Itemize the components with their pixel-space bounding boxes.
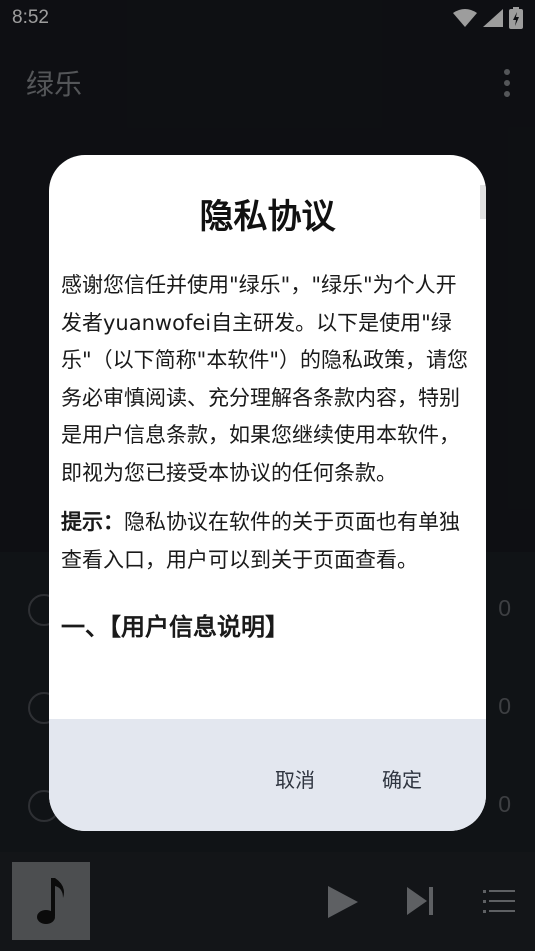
confirm-button[interactable]: 确定 <box>382 764 422 793</box>
dialog-actions: 取消 确定 <box>49 719 486 831</box>
intro-paragraph: 感谢您信任并使用"绿乐"，"绿乐"为个人开发者yuanwofei自主研发。以下是… <box>61 273 468 485</box>
tip-label: 提示： <box>61 510 124 534</box>
dialog-title: 隐私协议 <box>199 197 336 237</box>
privacy-dialog: 隐私协议 感谢您信任并使用"绿乐"，"绿乐"为个人开发者yuanwofei自主研… <box>49 155 486 831</box>
tip-paragraph: 提示：隐私协议在软件的关于页面也有单独查看入口，用户可以到关于页面查看。 <box>61 504 473 579</box>
section-heading: 一、【用户信息说明】 <box>61 613 289 641</box>
dialog-body[interactable]: 感谢您信任并使用"绿乐"，"绿乐"为个人开发者yuanwofei自主研发。以下是… <box>61 267 473 719</box>
cancel-button[interactable]: 取消 <box>275 764 315 793</box>
